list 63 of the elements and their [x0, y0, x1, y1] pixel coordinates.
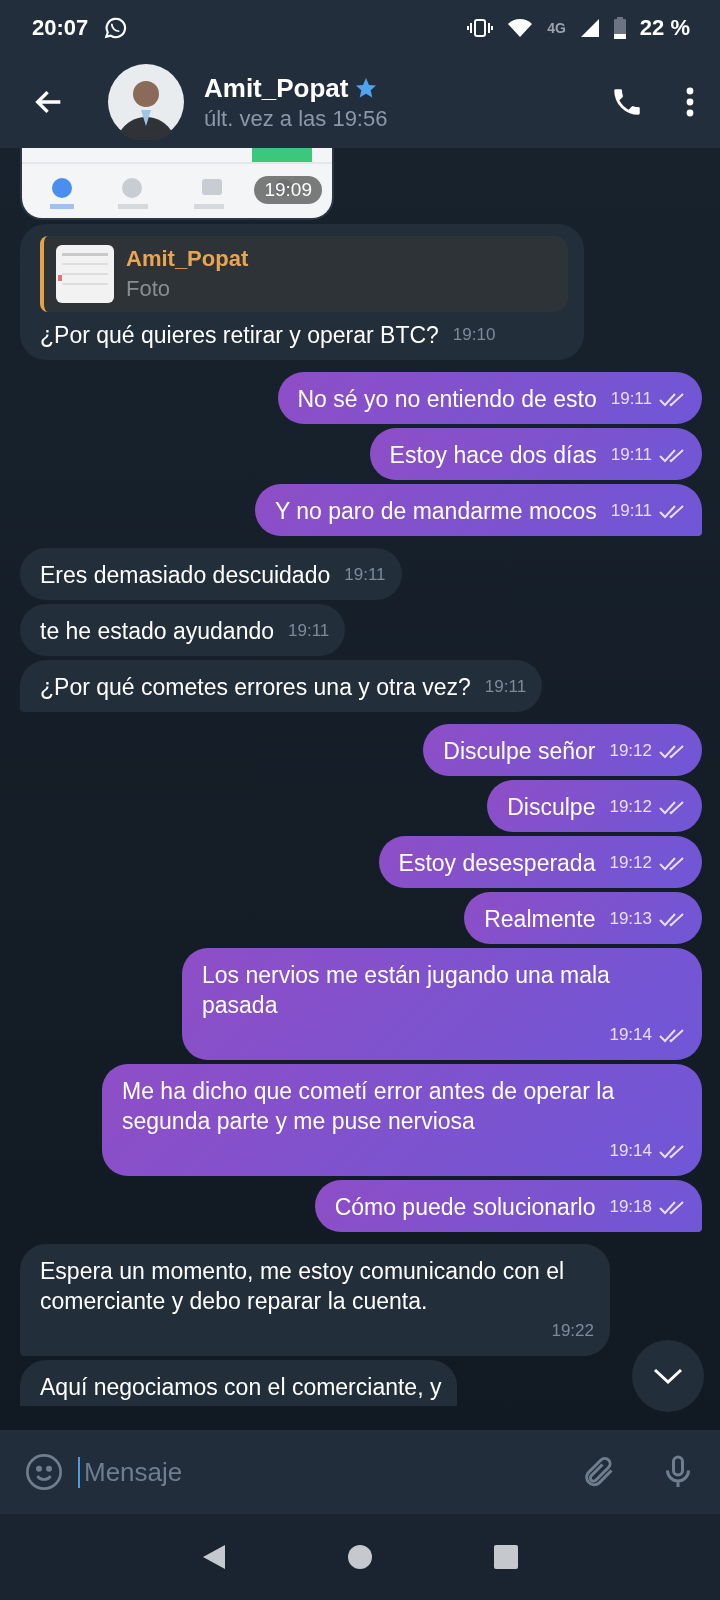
wifi-icon: [507, 18, 534, 38]
double-check-icon: [658, 799, 686, 815]
message-text: Eres demasiado descuidado: [40, 561, 331, 590]
message-text: Cómo puede solucionarlo: [334, 1193, 596, 1222]
message-time: 19:13: [609, 908, 652, 930]
message-time: 19:14: [609, 1140, 652, 1162]
double-check-icon: [658, 743, 686, 759]
message-text: No sé yo no entiendo de esto: [297, 385, 597, 414]
quote-author: Amit_Popat: [126, 245, 249, 273]
nav-recents-button[interactable]: [493, 1544, 519, 1570]
message-time: 19:10: [452, 324, 496, 346]
more-button[interactable]: [686, 87, 694, 117]
message-text: ¿Por qué cometes errores una y otra vez?: [40, 673, 471, 702]
message-time: 19:12: [609, 796, 652, 818]
double-check-icon: [658, 391, 686, 407]
avatar[interactable]: [108, 64, 184, 140]
vibrate-icon: [467, 18, 494, 38]
network-type: 4G: [547, 20, 566, 36]
message-text: Y no paro de mandarme mocos: [274, 497, 597, 526]
message-text: Realmente: [484, 905, 596, 934]
message-time: 19:11: [610, 388, 652, 410]
chevron-down-icon: [652, 1366, 684, 1386]
chat-app-icon: [102, 15, 129, 41]
photo-message[interactable]: 19:09: [20, 148, 334, 220]
message-text: Disculpe señor: [443, 737, 596, 766]
message-text: te he estado ayudando: [40, 617, 275, 646]
quote-text: Foto: [126, 275, 172, 303]
battery-icon: [613, 17, 626, 39]
battery-percent: 22 %: [639, 15, 690, 41]
double-check-icon: [658, 911, 686, 927]
message-time: 19:18: [609, 1196, 652, 1218]
double-check-icon: [658, 447, 686, 463]
message-text: Espera un momento, me estoy comunicando con el comerciante y debo reparar la cuenta.: [40, 1258, 565, 1314]
status-time: 20:07: [32, 15, 89, 41]
message-time: 19:12: [609, 740, 652, 762]
message-text: Estoy hace dos días: [389, 441, 597, 470]
message-time: 19:11: [484, 676, 527, 698]
message-time: 19:11: [610, 500, 652, 522]
double-check-icon: [658, 1143, 686, 1159]
reply-quote[interactable]: Amit_Popat Foto: [40, 236, 568, 312]
signal-icon: [579, 18, 600, 38]
message-text: Aquí negociamos con el comerciante, y: [40, 1374, 442, 1400]
message-text: Disculpe: [507, 793, 596, 822]
message-text: Estoy desesperada: [398, 849, 596, 878]
double-check-icon: [658, 503, 686, 519]
message-time: 19:12: [609, 852, 652, 874]
message-text: Los nervios me están jugando una mala pasada: [202, 962, 610, 1018]
double-check-icon: [658, 1027, 686, 1043]
last-seen: últ. vez a las 19:56: [204, 105, 389, 132]
nav-back-button[interactable]: [201, 1543, 227, 1571]
message-time: 19:11: [288, 620, 330, 642]
message-time: 19:11: [610, 444, 652, 466]
nav-home-button[interactable]: [347, 1544, 373, 1570]
message-time: 19:14: [609, 1024, 652, 1046]
double-check-icon: [658, 855, 686, 871]
message-text: ¿Por qué quieres retirar y operar BTC?: [40, 321, 439, 350]
emoji-button[interactable]: [24, 1452, 64, 1492]
message-time: 19:11: [344, 564, 386, 586]
photo-time: 19:09: [254, 176, 322, 204]
double-check-icon: [658, 1199, 686, 1215]
message-text: Me ha dicho que cometí error antes de operar la segunda parte y me puse nerviosa: [122, 1078, 615, 1134]
message-time: 19:22: [551, 1320, 594, 1342]
contact-name: Amit_Popat: [204, 72, 349, 104]
